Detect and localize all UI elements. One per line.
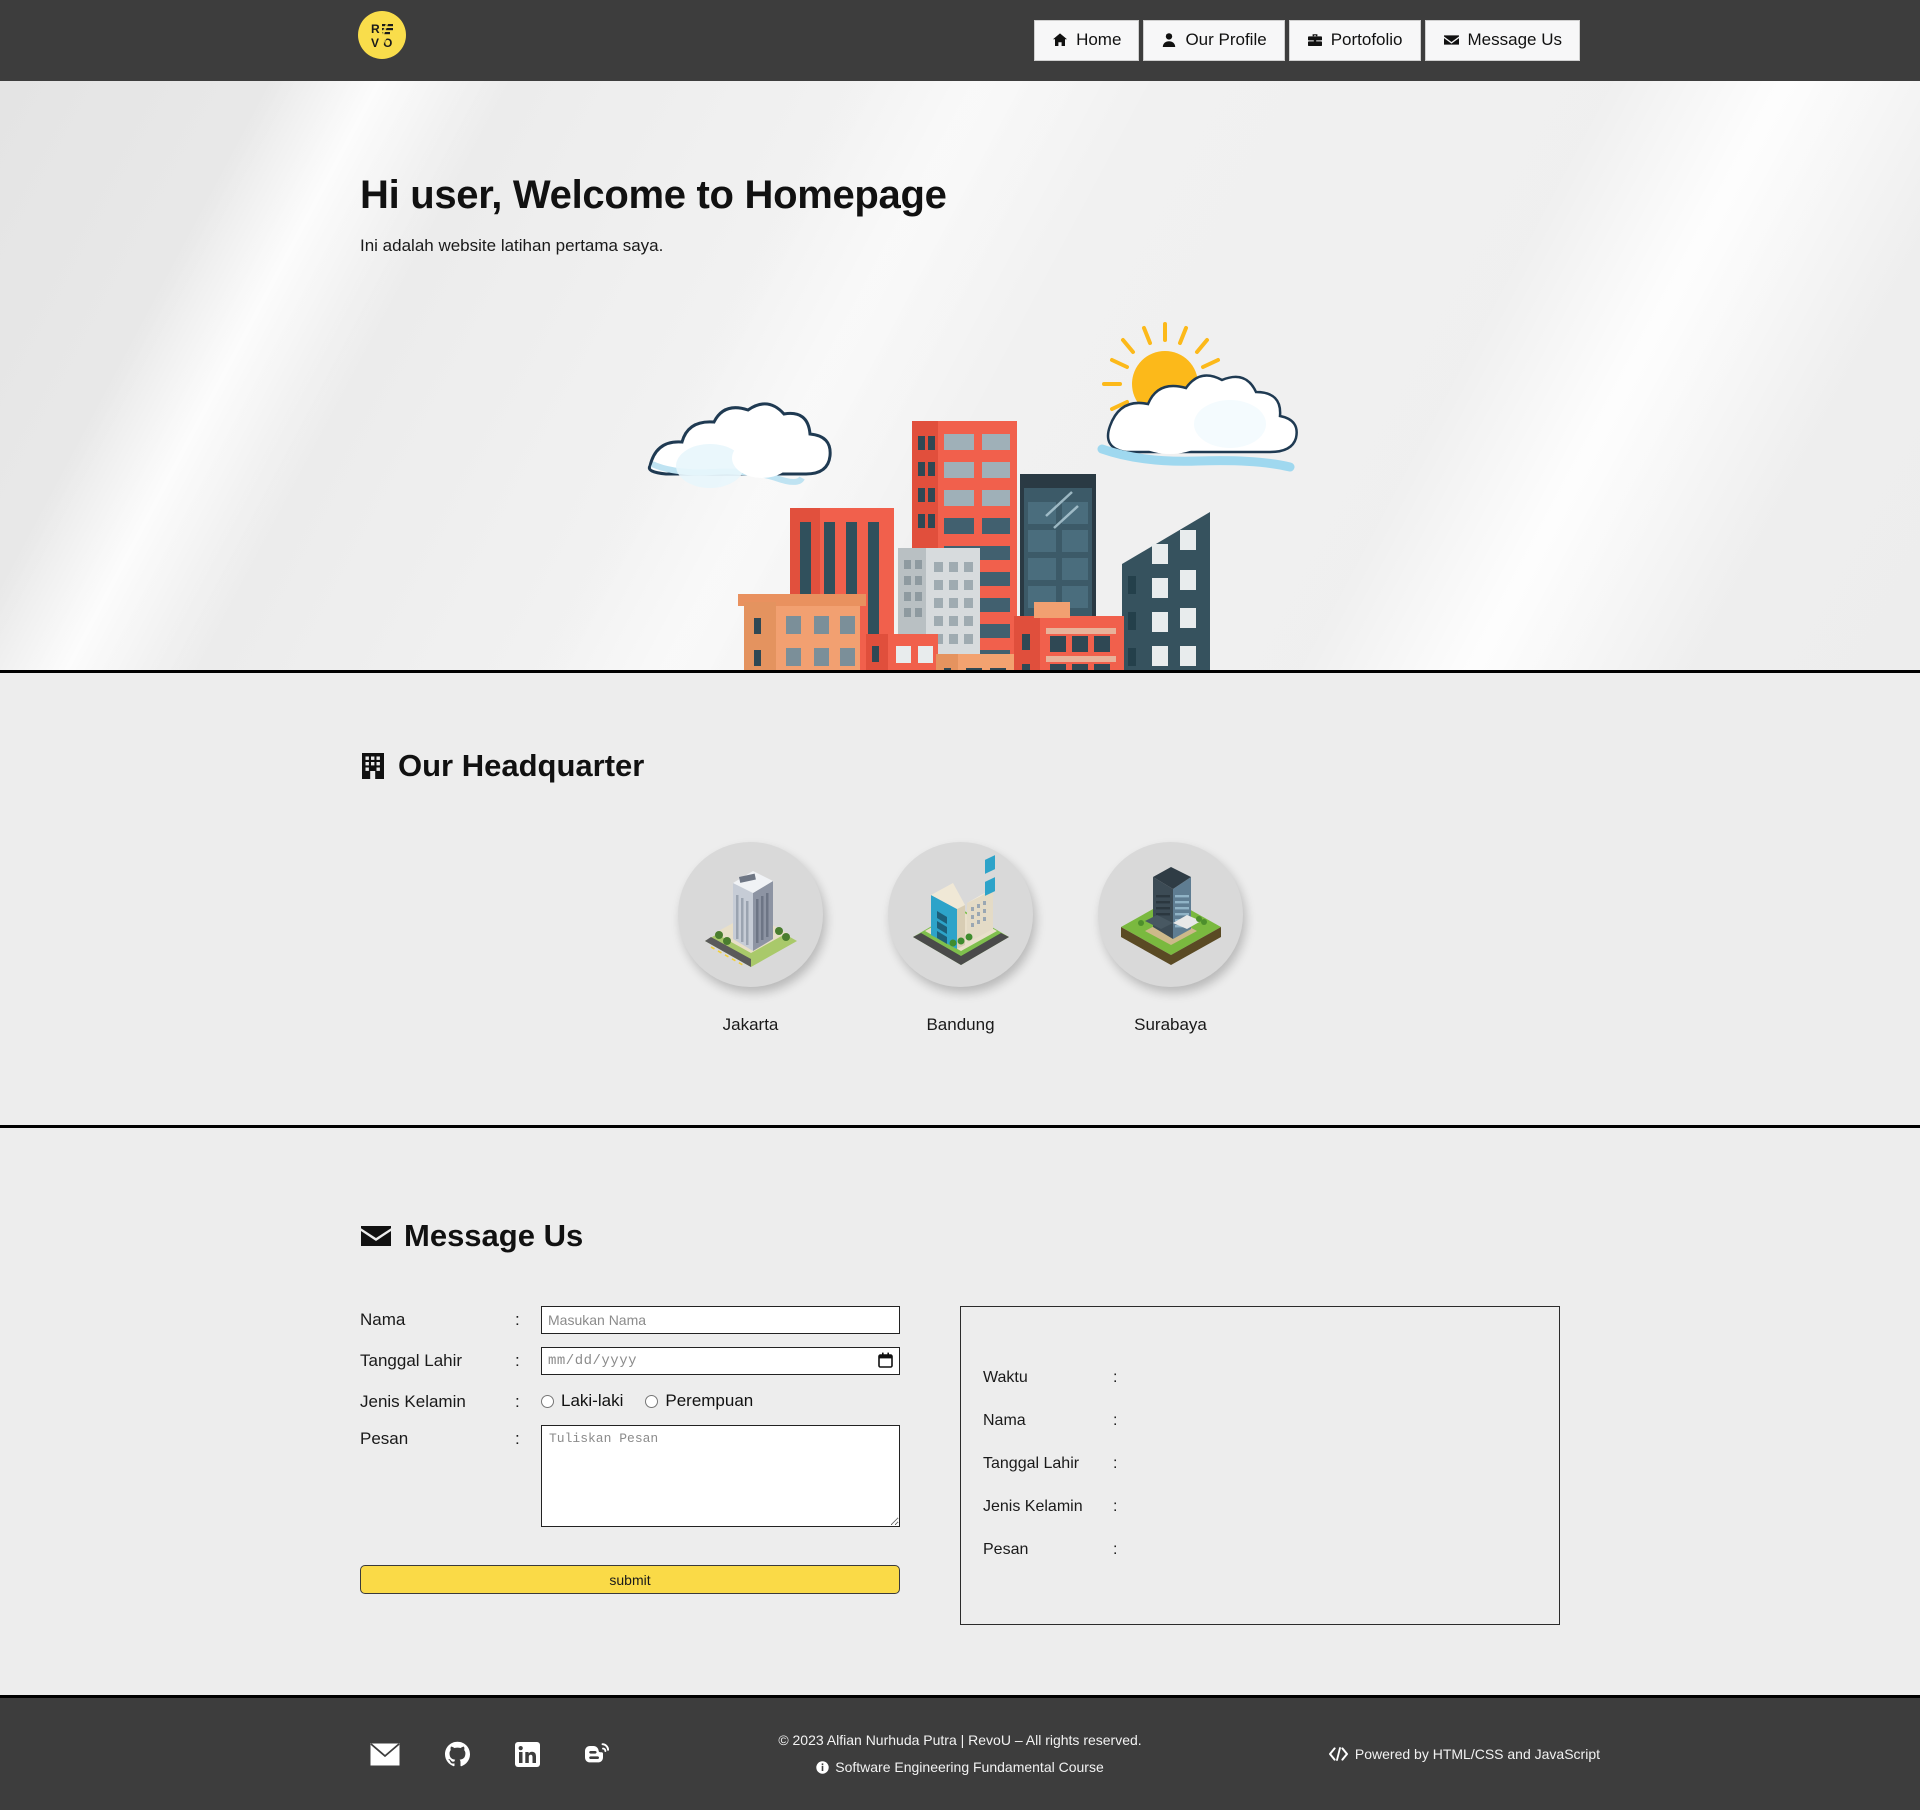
output-label-jenis-kelamin: Jenis Kelamin (983, 1498, 1113, 1516)
jakarta-avatar (678, 842, 823, 987)
footer-course-row: Software Engineering Fundamental Course (0, 1754, 1920, 1781)
output-label-tanggal-lahir: Tanggal Lahir (983, 1455, 1113, 1473)
output-row-tanggal-lahir: Tanggal Lahir : (983, 1455, 1559, 1473)
surabaya-avatar (1098, 842, 1243, 987)
headquarter-title: Our Headquarter (398, 748, 644, 784)
message-output-panel: Waktu : Nama : Tanggal Lahir : Jenis Kel… (960, 1306, 1560, 1625)
isometric-office-blue-icon (901, 855, 1021, 975)
headquarter-card-jakarta[interactable]: Jakarta (678, 842, 823, 1035)
colon-pesan: : (515, 1425, 541, 1449)
user-icon (1161, 32, 1177, 48)
colon-nama: : (515, 1306, 541, 1330)
footer-course: Software Engineering Fundamental Course (835, 1754, 1104, 1781)
page-title: Hi user, Welcome to Homepage (0, 81, 1920, 218)
navbar: R V O Home Our Profile (0, 0, 1920, 81)
output-row-nama: Nama : (983, 1412, 1559, 1430)
form-row-jenis-kelamin: Jenis Kelamin : Laki-laki Perempuan (360, 1388, 900, 1412)
headquarter-list: Jakarta (0, 784, 1920, 1035)
info-icon (816, 1761, 829, 1774)
message-us-title: Message Us (404, 1218, 583, 1254)
cloud-right (1102, 376, 1297, 468)
headquarter-title-row: Our Headquarter (0, 748, 1920, 784)
message-us-section: Message Us Nama : Tanggal Lahir : (0, 1128, 1920, 1698)
label-nama: Nama (360, 1306, 515, 1330)
gender-option-laki-laki[interactable]: Laki-laki (541, 1391, 623, 1411)
page-subtitle: Ini adalah website latihan pertama saya. (0, 218, 1920, 256)
output-colon-tanggal-lahir: : (1113, 1455, 1133, 1473)
home-icon (1052, 32, 1068, 48)
form-row-nama: Nama : (360, 1306, 900, 1334)
nama-input[interactable] (541, 1306, 900, 1334)
output-colon-waktu: : (1113, 1369, 1133, 1387)
label-pesan: Pesan (360, 1425, 515, 1449)
nav-link-message-us[interactable]: Message Us (1425, 20, 1580, 60)
footer: © 2023 Alfian Nurhuda Putra | RevoU – Al… (0, 1698, 1920, 1810)
nav-link-portofolio-label: Portofolio (1331, 30, 1403, 50)
isometric-office-dark-icon (1111, 855, 1231, 975)
form-row-pesan: Pesan : (360, 1425, 900, 1532)
radio-laki-laki[interactable] (541, 1395, 554, 1408)
colon-jenis-kelamin: : (515, 1388, 541, 1412)
nav-link-home[interactable]: Home (1034, 20, 1139, 60)
footer-powered: Powered by HTML/CSS and JavaScript (1355, 1746, 1600, 1762)
output-colon-jenis-kelamin: : (1113, 1498, 1133, 1516)
submit-button[interactable]: submit (360, 1565, 900, 1594)
envelope-icon (1443, 32, 1460, 48)
jakarta-label: Jakarta (678, 1015, 823, 1035)
footer-center-text: © 2023 Alfian Nurhuda Putra | RevoU – Al… (0, 1727, 1920, 1780)
nav-link-our-profile-label: Our Profile (1185, 30, 1266, 50)
briefcase-icon (1307, 32, 1323, 48)
output-row-waktu: Waktu : (983, 1369, 1559, 1387)
main-navigation: Home Our Profile Portofolio Message Us (1034, 20, 1580, 60)
svg-text:R: R (371, 22, 380, 36)
envelope-icon (360, 1223, 392, 1249)
headquarter-section: Our Headquarter (0, 673, 1920, 1128)
headquarter-card-surabaya[interactable]: Surabaya (1098, 842, 1243, 1035)
message-us-title-row: Message Us (0, 1218, 1920, 1254)
gender-option-laki-laki-label: Laki-laki (561, 1391, 623, 1411)
label-jenis-kelamin: Jenis Kelamin (360, 1388, 515, 1412)
nav-link-message-us-label: Message Us (1468, 30, 1562, 50)
message-form: Nama : Tanggal Lahir : (360, 1306, 900, 1625)
radio-perempuan[interactable] (645, 1395, 658, 1408)
output-label-nama: Nama (983, 1412, 1113, 1430)
output-row-jenis-kelamin: Jenis Kelamin : (983, 1498, 1559, 1516)
code-icon (1329, 1747, 1348, 1761)
output-label-waktu: Waktu (983, 1369, 1113, 1387)
isometric-office-tower-white-icon (691, 855, 811, 975)
label-tanggal-lahir: Tanggal Lahir (360, 1347, 515, 1371)
bandung-avatar (888, 842, 1033, 987)
nav-link-home-label: Home (1076, 30, 1121, 50)
nav-link-portofolio[interactable]: Portofolio (1289, 20, 1421, 60)
bandung-label: Bandung (888, 1015, 1033, 1035)
hero-section: Hi user, Welcome to Homepage Ini adalah … (0, 81, 1920, 673)
gender-option-perempuan-label: Perempuan (665, 1391, 753, 1411)
output-row-pesan: Pesan : (983, 1541, 1559, 1559)
cloud-left (649, 404, 830, 488)
headquarter-card-bandung[interactable]: Bandung (888, 842, 1033, 1035)
surabaya-label: Surabaya (1098, 1015, 1243, 1035)
building-icon (360, 751, 386, 781)
footer-powered-row: Powered by HTML/CSS and JavaScript (1329, 1746, 1600, 1762)
gender-radio-group: Laki-laki Perempuan (541, 1388, 900, 1411)
output-colon-nama: : (1113, 1412, 1133, 1430)
revou-logo[interactable]: R V O (358, 11, 406, 59)
gender-option-perempuan[interactable]: Perempuan (645, 1391, 753, 1411)
output-colon-pesan: : (1113, 1541, 1133, 1559)
output-label-pesan: Pesan (983, 1541, 1113, 1559)
pesan-textarea[interactable] (541, 1425, 900, 1527)
tanggal-lahir-input[interactable] (541, 1347, 900, 1375)
form-row-tanggal-lahir: Tanggal Lahir : (360, 1347, 900, 1375)
footer-copyright: © 2023 Alfian Nurhuda Putra | RevoU – Al… (0, 1727, 1920, 1754)
revou-logo-mark: R V O (362, 15, 402, 55)
colon-tanggal-lahir: : (515, 1347, 541, 1371)
city-skyline-illustration (610, 316, 1310, 673)
svg-text:V: V (371, 36, 379, 50)
nav-link-our-profile[interactable]: Our Profile (1143, 20, 1284, 60)
